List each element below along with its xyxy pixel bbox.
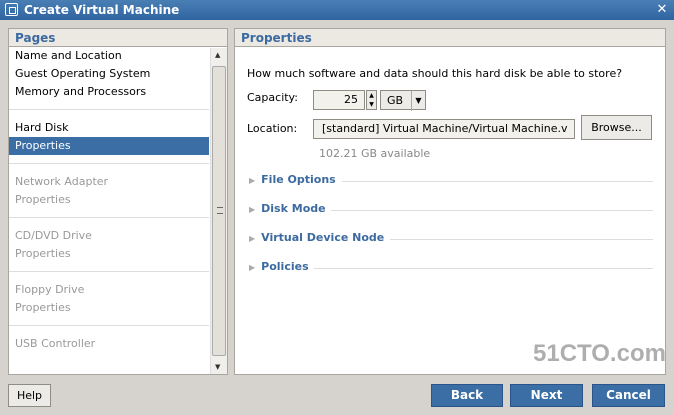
page-item[interactable]: Hard Disk: [9, 119, 209, 137]
chevron-down-icon: ▼: [411, 91, 425, 111]
page-item[interactable]: Memory and Processors: [9, 83, 209, 101]
divider: [342, 181, 653, 182]
divider: [9, 325, 209, 326]
cancel-button[interactable]: Cancel: [592, 384, 665, 407]
divider: [314, 268, 653, 269]
pages-panel: Pages Name and Location Guest Operating S…: [8, 28, 228, 375]
expand-icon: ▶: [249, 176, 256, 185]
divider: [331, 210, 653, 211]
scroll-down-icon[interactable]: ▼: [215, 363, 220, 371]
section-file-options[interactable]: ▶ File Options: [249, 173, 653, 189]
next-button[interactable]: Next: [510, 384, 583, 407]
location-label: Location:: [247, 122, 298, 135]
pages-list: Name and Location Guest Operating System M…: [9, 47, 227, 353]
available-space: 102.21 GB available: [319, 147, 431, 160]
pages-header: Pages: [9, 29, 227, 47]
title-bar: Create Virtual Machine ✕: [0, 0, 674, 20]
page-item: USB Controller: [15, 337, 96, 350]
page-item[interactable]: Name and Location: [9, 47, 209, 65]
properties-panel: Properties How much software and data sh…: [234, 28, 666, 375]
help-button[interactable]: Help: [8, 384, 51, 407]
page-item: Floppy Drive: [15, 283, 85, 296]
section-label: Virtual Device Node: [261, 231, 385, 244]
watermark: 51CTO.com: [533, 340, 666, 367]
section-policies[interactable]: ▶ Policies: [249, 260, 653, 276]
section-label: Policies: [261, 260, 309, 273]
capacity-stepper[interactable]: ▲ ▼: [366, 90, 377, 110]
section-label: File Options: [261, 173, 336, 186]
section-label: Disk Mode: [261, 202, 326, 215]
close-icon[interactable]: ✕: [655, 2, 669, 17]
grip-icon: [217, 207, 223, 214]
capacity-input[interactable]: 25: [313, 90, 365, 110]
divider: [390, 239, 653, 240]
back-button[interactable]: Back: [431, 384, 503, 407]
divider: [9, 163, 209, 164]
section-virtual-device-node[interactable]: ▶ Virtual Device Node: [249, 231, 653, 247]
page-item[interactable]: Guest Operating System: [9, 65, 209, 83]
capacity-question: How much software and data should this h…: [247, 67, 623, 80]
unit-value: GB: [387, 94, 404, 107]
unit-select[interactable]: GB ▼: [380, 90, 426, 111]
page-item: Properties: [15, 301, 71, 314]
divider: [9, 271, 209, 272]
browse-button[interactable]: Browse...: [581, 115, 652, 140]
divider: [9, 109, 209, 110]
scrollbar[interactable]: ▲ ▼: [210, 48, 227, 374]
page-item: Properties: [15, 193, 71, 206]
window-title: Create Virtual Machine: [24, 3, 180, 17]
expand-icon: ▶: [249, 234, 256, 243]
scroll-up-icon[interactable]: ▲: [215, 51, 220, 59]
expand-icon: ▶: [249, 263, 256, 272]
capacity-label: Capacity:: [247, 91, 298, 104]
page-item: Network Adapter: [15, 175, 109, 188]
page-item[interactable]: Properties: [9, 137, 209, 155]
divider: [9, 217, 209, 218]
scroll-thumb[interactable]: [212, 66, 226, 356]
properties-header: Properties: [235, 29, 665, 47]
location-input[interactable]: [standard] Virtual Machine/Virtual Machi…: [313, 119, 575, 139]
vm-icon: [5, 3, 18, 16]
page-item: CD/DVD Drive: [15, 229, 92, 242]
section-disk-mode[interactable]: ▶ Disk Mode: [249, 202, 653, 218]
expand-icon: ▶: [249, 205, 256, 214]
page-item: Properties: [15, 247, 71, 260]
